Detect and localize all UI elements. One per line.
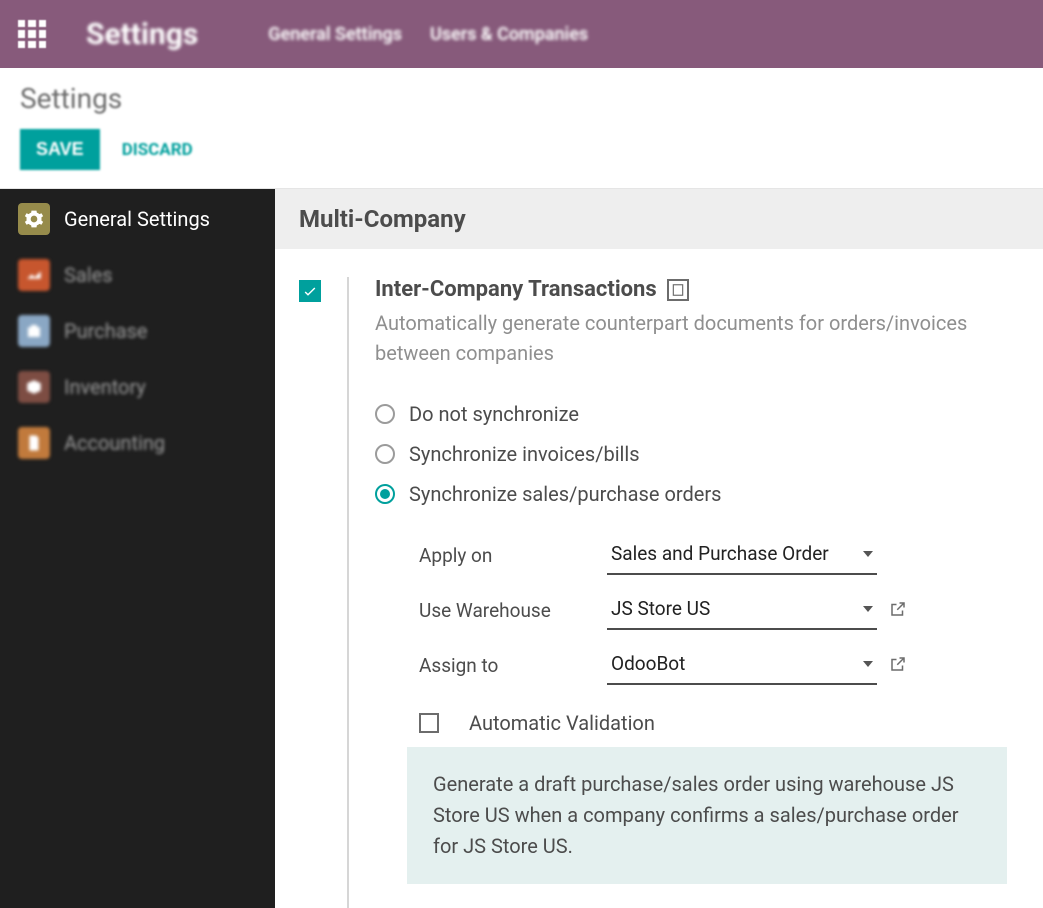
menu-users-companies[interactable]: Users & Companies <box>430 24 588 45</box>
box-icon <box>18 371 50 403</box>
radio-sync-invoices[interactable]: Synchronize invoices/bills <box>375 434 1019 474</box>
sidebar-item-label: Accounting <box>64 431 165 455</box>
warehouse-select[interactable]: JS Store US <box>607 591 877 630</box>
automatic-validation-checkbox[interactable] <box>419 713 439 733</box>
discard-button[interactable]: DISCARD <box>122 140 193 160</box>
sidebar-item-general-settings[interactable]: General Settings <box>0 191 275 247</box>
topbar: Settings General Settings Users & Compan… <box>0 0 1043 68</box>
select-value: OdooBot <box>611 652 685 675</box>
sidebar-item-label: Sales <box>64 263 113 287</box>
sidebar-item-label: Purchase <box>64 319 148 343</box>
chevron-down-icon <box>863 661 873 667</box>
external-link-icon[interactable] <box>889 655 907 677</box>
settings-sidebar: General Settings Sales Purchase Inventor… <box>0 189 275 908</box>
sidebar-item-sales[interactable]: Sales <box>0 247 275 303</box>
topbar-menu: General Settings Users & Companies <box>268 24 588 45</box>
setting-description: Automatically generate counterpart docum… <box>375 308 995 368</box>
gear-icon <box>18 203 50 235</box>
intercompany-checkbox[interactable] <box>299 280 321 302</box>
automatic-validation-label: Automatic Validation <box>469 711 655 735</box>
radio-sync-orders[interactable]: Synchronize sales/purchase orders <box>375 474 1019 514</box>
menu-general-settings[interactable]: General Settings <box>268 24 402 45</box>
section-title: Multi-Company <box>275 189 1043 249</box>
app-title: Settings <box>86 17 198 52</box>
breadcrumb: Settings <box>20 82 1023 115</box>
external-link-icon[interactable] <box>889 600 907 622</box>
radio-do-not-sync[interactable]: Do not synchronize <box>375 394 1019 434</box>
setting-title: Inter-Company Transactions <box>375 277 657 302</box>
radio-label: Do not synchronize <box>409 402 579 426</box>
sidebar-item-label: General Settings <box>64 207 210 231</box>
settings-content: Multi-Company Inter-Company Transactions… <box>275 189 1043 908</box>
info-box: Generate a draft purchase/sales order us… <box>407 747 1007 884</box>
assign-to-select[interactable]: OdooBot <box>607 646 877 685</box>
sidebar-item-label: Inventory <box>64 375 146 399</box>
document-icon <box>18 427 50 459</box>
warehouse-label: Use Warehouse <box>419 599 607 622</box>
chevron-down-icon <box>863 551 873 557</box>
divider <box>347 277 349 908</box>
sidebar-item-inventory[interactable]: Inventory <box>0 359 275 415</box>
select-value: JS Store US <box>611 597 710 620</box>
radio-icon <box>375 484 395 504</box>
apps-icon[interactable] <box>18 20 46 48</box>
select-value: Sales and Purchase Order <box>611 542 829 565</box>
assign-to-label: Assign to <box>419 654 607 677</box>
company-icon <box>667 279 689 301</box>
apply-on-select[interactable]: Sales and Purchase Order <box>607 536 877 575</box>
sidebar-item-purchase[interactable]: Purchase <box>0 303 275 359</box>
header-bar: Settings SAVE DISCARD <box>0 68 1043 188</box>
radio-label: Synchronize sales/purchase orders <box>409 482 721 506</box>
chevron-down-icon <box>863 606 873 612</box>
sidebar-item-accounting[interactable]: Accounting <box>0 415 275 471</box>
chart-icon <box>18 259 50 291</box>
save-button[interactable]: SAVE <box>20 129 100 170</box>
bag-icon <box>18 315 50 347</box>
radio-icon <box>375 444 395 464</box>
radio-label: Synchronize invoices/bills <box>409 442 640 466</box>
apply-on-label: Apply on <box>419 544 607 567</box>
radio-icon <box>375 404 395 424</box>
